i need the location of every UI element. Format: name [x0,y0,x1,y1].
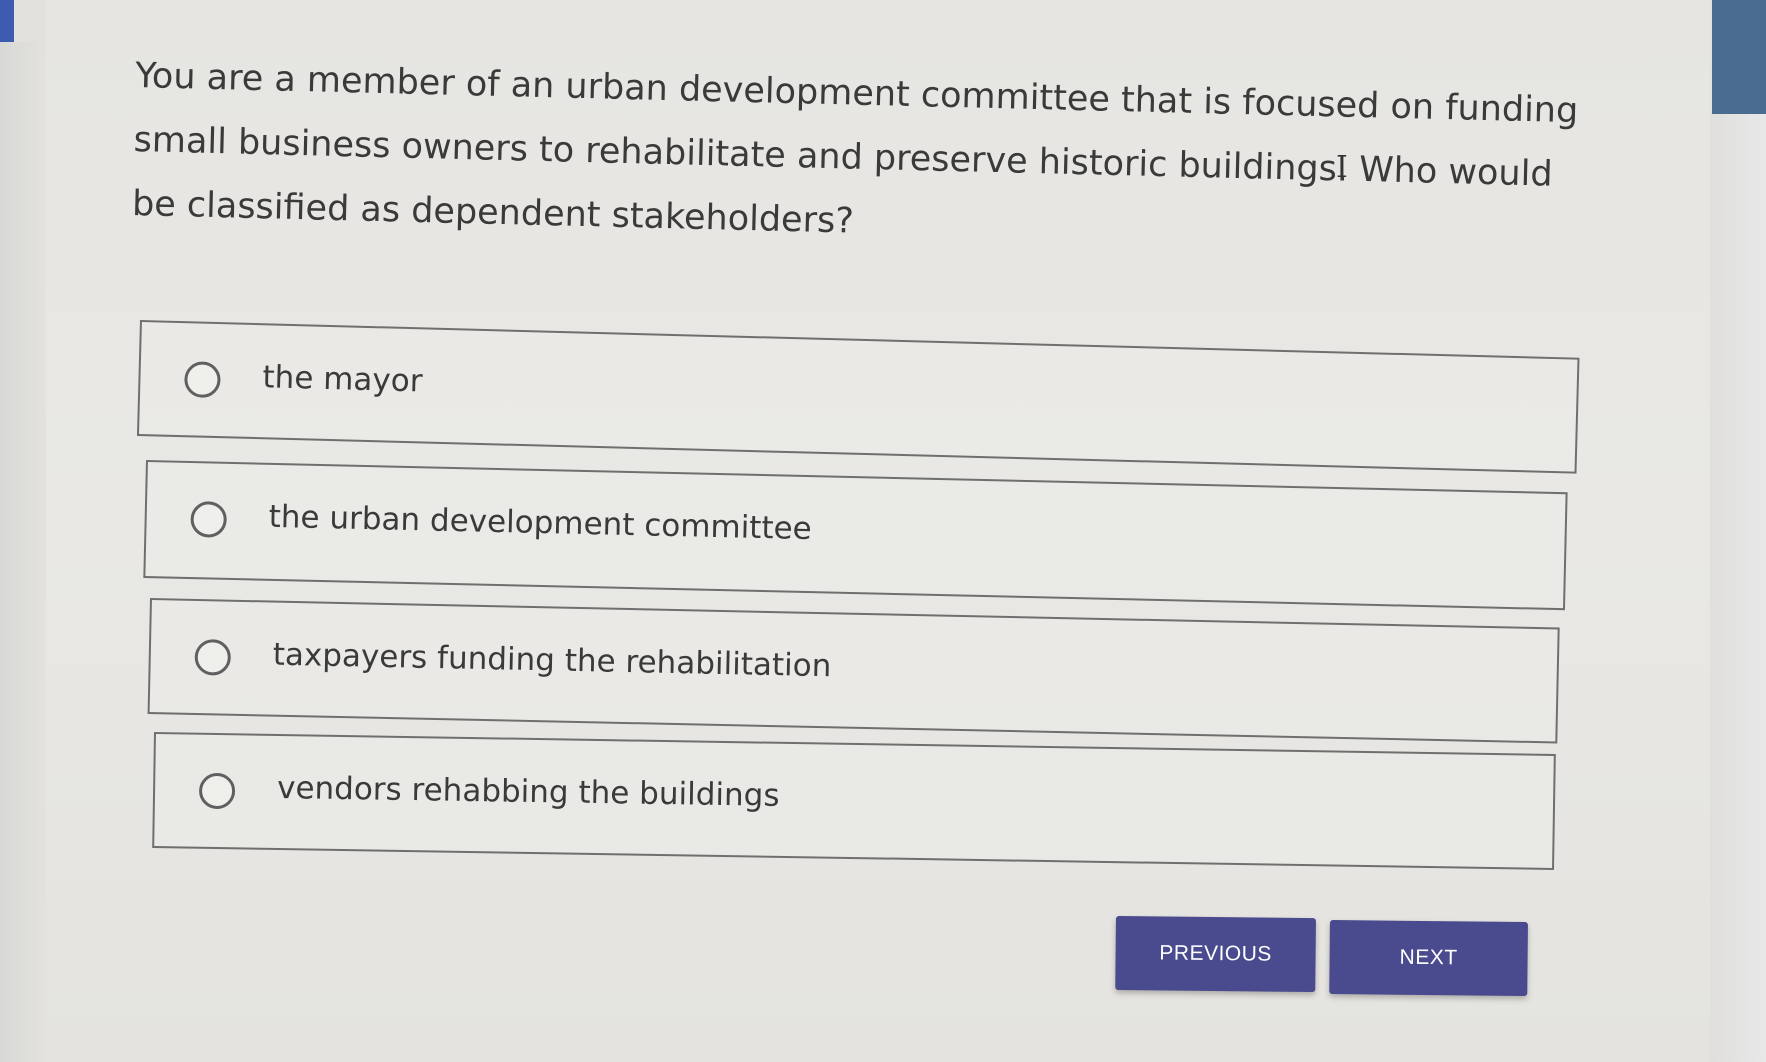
answer-option-label: vendors rehabbing the buildings [276,769,780,814]
left-edge [0,42,46,1062]
question-text: You are a member of an urban development… [131,55,1579,242]
answer-option-label: the urban development committee [268,498,813,548]
right-accent-bar [1712,0,1766,114]
previous-button[interactable]: PREVIOUS [1115,916,1316,993]
radio-button[interactable] [190,501,228,538]
text-cursor-icon: I [1336,150,1348,185]
answer-option-label: the mayor [262,359,423,400]
answer-option-4[interactable]: vendors rehabbing the buildings [152,732,1556,871]
next-button[interactable]: NEXT [1329,920,1528,997]
radio-button[interactable] [198,772,236,810]
left-accent-bar [0,0,14,42]
radio-button[interactable] [183,361,221,399]
radio-button[interactable] [194,638,232,676]
screen: You are a member of an urban development… [0,0,1766,1062]
answer-option-label: taxpayers funding the rehabilitation [272,636,832,685]
